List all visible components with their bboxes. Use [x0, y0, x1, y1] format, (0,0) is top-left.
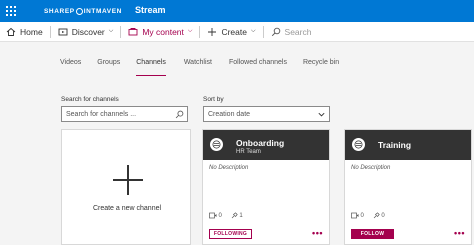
video-icon	[351, 212, 359, 219]
following-button[interactable]: FOLLOWING	[209, 229, 252, 239]
channel-card[interactable]: Onboarding HR Team No Description 0 1 FO…	[202, 129, 330, 245]
home-button[interactable]: Home	[2, 22, 47, 42]
more-options-icon[interactable]: •••	[454, 229, 465, 238]
plus-icon	[113, 165, 143, 195]
pin-icon	[373, 212, 380, 219]
chevron-down-icon: ⌵	[187, 28, 193, 34]
chevron-down-icon	[316, 109, 326, 119]
divider	[262, 25, 264, 38]
sort-label: Sort by	[203, 96, 224, 103]
create-channel-card[interactable]: Create a new channel	[61, 129, 191, 245]
channel-search-input[interactable]: Search for channels ...	[61, 106, 188, 122]
discover-icon	[58, 27, 68, 37]
my-content-menu[interactable]: My content ⌵	[124, 22, 196, 42]
channel-header: Onboarding HR Team	[203, 130, 329, 160]
tab-groups[interactable]: Groups	[97, 59, 120, 73]
tab-watchlist[interactable]: Watchlist	[184, 59, 212, 73]
channel-card[interactable]: Training No Description 0 0 FOLLOW •••	[344, 129, 472, 245]
follower-count: 1	[231, 212, 243, 219]
more-options-icon[interactable]: •••	[312, 229, 323, 238]
create-menu[interactable]: Create ⌵	[203, 22, 259, 42]
channel-name[interactable]: Training	[378, 140, 411, 150]
search-icon[interactable]	[174, 109, 184, 119]
video-count: 0	[209, 212, 222, 219]
channel-description: No Description	[351, 165, 391, 171]
channel-name[interactable]: Onboarding	[236, 138, 284, 148]
tab-videos[interactable]: Videos	[60, 59, 81, 73]
chevron-down-icon: ⌵	[250, 28, 256, 34]
follow-button[interactable]: FOLLOW	[351, 229, 394, 239]
divider	[120, 25, 122, 38]
home-icon	[6, 27, 16, 37]
video-count: 0	[351, 212, 364, 219]
video-icon	[209, 212, 217, 219]
divider	[49, 25, 51, 38]
search-icon	[271, 27, 281, 37]
top-bar: SHAREP INTMAVEN Stream	[0, 0, 474, 22]
tab-recycle-bin[interactable]: Recycle bin	[303, 59, 339, 73]
channel-icon	[210, 138, 223, 151]
channel-owner: HR Team	[236, 149, 261, 155]
channel-header: Training	[345, 130, 471, 160]
follower-count: 0	[373, 212, 385, 219]
search-label: Search for channels	[61, 96, 119, 103]
discover-menu[interactable]: Discover ⌵	[54, 22, 118, 42]
app-title[interactable]: Stream	[135, 5, 166, 15]
app-launcher-icon[interactable]	[0, 0, 22, 22]
create-channel-label: Create a new channel	[92, 205, 162, 212]
tab-followed-channels[interactable]: Followed channels	[229, 59, 287, 73]
chevron-down-icon: ⌵	[108, 28, 114, 34]
command-bar: Home Discover ⌵ My content ⌵ Create ⌵ Se…	[0, 22, 474, 42]
channel-description: No Description	[209, 165, 249, 171]
tab-channels[interactable]: Channels	[136, 59, 166, 76]
divider	[199, 25, 201, 38]
channel-stats: 0 1	[209, 212, 252, 219]
content-tabs: Videos Groups Channels Watchlist Followe…	[55, 59, 339, 76]
my-content-icon	[128, 27, 138, 37]
pin-icon	[231, 212, 238, 219]
global-search[interactable]: Search	[267, 22, 316, 42]
plus-icon	[207, 27, 217, 37]
brand-logo[interactable]: SHAREP INTMAVEN	[44, 6, 122, 17]
channel-stats: 0 0	[351, 212, 394, 219]
channel-icon	[352, 138, 365, 151]
sort-dropdown[interactable]: Creation date	[203, 106, 330, 122]
